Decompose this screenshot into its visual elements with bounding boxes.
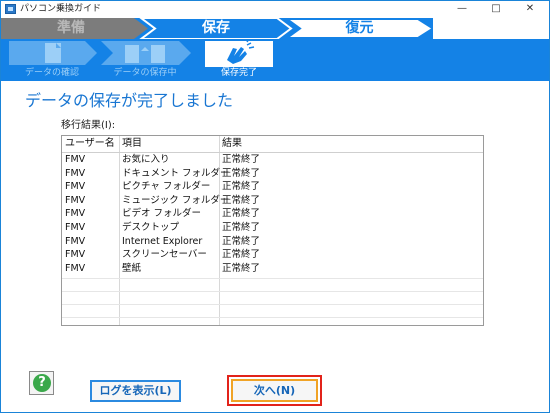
show-log-button[interactable]: ログを表示(L)	[90, 380, 181, 402]
row-user-cell: FMV	[65, 235, 86, 247]
help-icon: ?	[33, 374, 51, 392]
row-item-cell: ビデオ フォルダー	[122, 208, 202, 220]
close-icon: ✕	[525, 3, 535, 14]
column-header-user[interactable]: ユーザー名	[65, 138, 115, 150]
row-user-cell: FMV	[65, 181, 86, 193]
row-item-cell: デスクトップ	[122, 222, 180, 233]
row-user-cell: FMV	[65, 194, 86, 206]
table-row[interactable]: FMV Internet Explorer 正常終了	[62, 236, 483, 249]
maximize-button[interactable]: □	[483, 1, 509, 18]
page-heading: データの保存が完了しました	[25, 91, 234, 110]
substep-complete-label: 保存完了	[220, 68, 257, 78]
table-row[interactable]: FMV スクリーンセーバー 正常終了	[62, 249, 483, 262]
substep-row: データの確認 データの保存中 保存完了	[1, 39, 549, 81]
next-button-highlight: 次へ(N)	[227, 375, 322, 406]
column-header-result[interactable]: 結果	[222, 138, 242, 150]
row-user-cell: FMV	[65, 249, 86, 261]
minimize-button[interactable]: —	[449, 1, 475, 18]
next-button[interactable]: 次へ(N)	[231, 379, 318, 402]
migration-result-list[interactable]: ユーザー名 項目 結果 FMV お気に入り 正常終了 FMV ドキュメント フォルダー正…	[61, 135, 484, 326]
row-item-cell: 壁紙	[122, 262, 142, 274]
row-user-cell: FMV	[65, 262, 86, 274]
title-bar: パソコン乗換ガイド — □ ✕	[1, 1, 549, 18]
maximize-icon: □	[491, 3, 501, 14]
row-result-cell: 正常終了	[222, 208, 261, 220]
row-user-cell: FMV	[65, 208, 86, 220]
table-row[interactable]: FMV ビデオ フォルダー 正常終了	[62, 208, 483, 221]
substep-arrow-saving	[101, 41, 191, 65]
row-result-cell: 正常終了	[222, 154, 261, 165]
table-row[interactable]: FMV ピクチャ フォルダー 正常終了	[62, 181, 483, 194]
table-row[interactable]: FMV ミュージック フォルダー 正常終了	[62, 195, 483, 208]
table-row[interactable]: FMV デスクトップ 正常終了	[62, 222, 483, 235]
result-list-label: 移行結果(I):	[61, 120, 116, 131]
close-button[interactable]: ✕	[517, 1, 543, 18]
row-item-cell: ドキュメント フォルダー	[122, 167, 230, 179]
row-item-cell: ピクチャ フォルダー	[122, 181, 211, 193]
document-check-icon	[45, 43, 61, 63]
row-user-cell: FMV	[65, 222, 86, 233]
step-progress-band: 準備 保存 復元 データの確認 データの保存中 保存完了	[1, 18, 549, 81]
table-row[interactable]: FMV ドキュメント フォルダー 正常終了	[62, 168, 483, 181]
row-result-cell: 正常終了	[222, 249, 261, 261]
app-icon	[5, 4, 16, 14]
step-save-label: 保存	[202, 20, 230, 36]
row-item-cell: お気に入り	[122, 154, 170, 165]
step-prepare-label: 準備	[57, 20, 85, 36]
row-result-cell: 正常終了	[222, 262, 261, 274]
window-title: パソコン乗換ガイド	[20, 4, 102, 14]
step-restore-label: 復元	[345, 20, 374, 36]
row-result-cell: 正常終了	[222, 167, 261, 179]
minimize-icon: —	[457, 3, 467, 14]
row-item-cell: Internet Explorer	[122, 235, 203, 247]
table-row[interactable]: FMV お気に入り 正常終了	[62, 154, 483, 167]
substep-saving-label: データの保存中	[113, 68, 177, 78]
help-button[interactable]: ?	[29, 371, 54, 395]
row-result-cell: 正常終了	[222, 194, 261, 206]
row-user-cell: FMV	[65, 154, 86, 165]
substep-check-label: データの確認	[24, 68, 79, 78]
row-result-cell: 正常終了	[222, 222, 261, 233]
row-result-cell: 正常終了	[222, 235, 261, 247]
row-user-cell: FMV	[65, 167, 86, 179]
table-row[interactable]: FMV 壁紙 正常終了	[62, 263, 483, 276]
row-result-cell: 正常終了	[222, 181, 261, 193]
column-header-item[interactable]: 項目	[122, 138, 142, 150]
row-item-cell: ミュージック フォルダー	[122, 194, 230, 206]
row-item-cell: スクリーンセーバー	[122, 249, 207, 261]
app-window: パソコン乗換ガイド — □ ✕ 準備 保存 復元 データの確認 データの保存中 …	[0, 0, 550, 413]
